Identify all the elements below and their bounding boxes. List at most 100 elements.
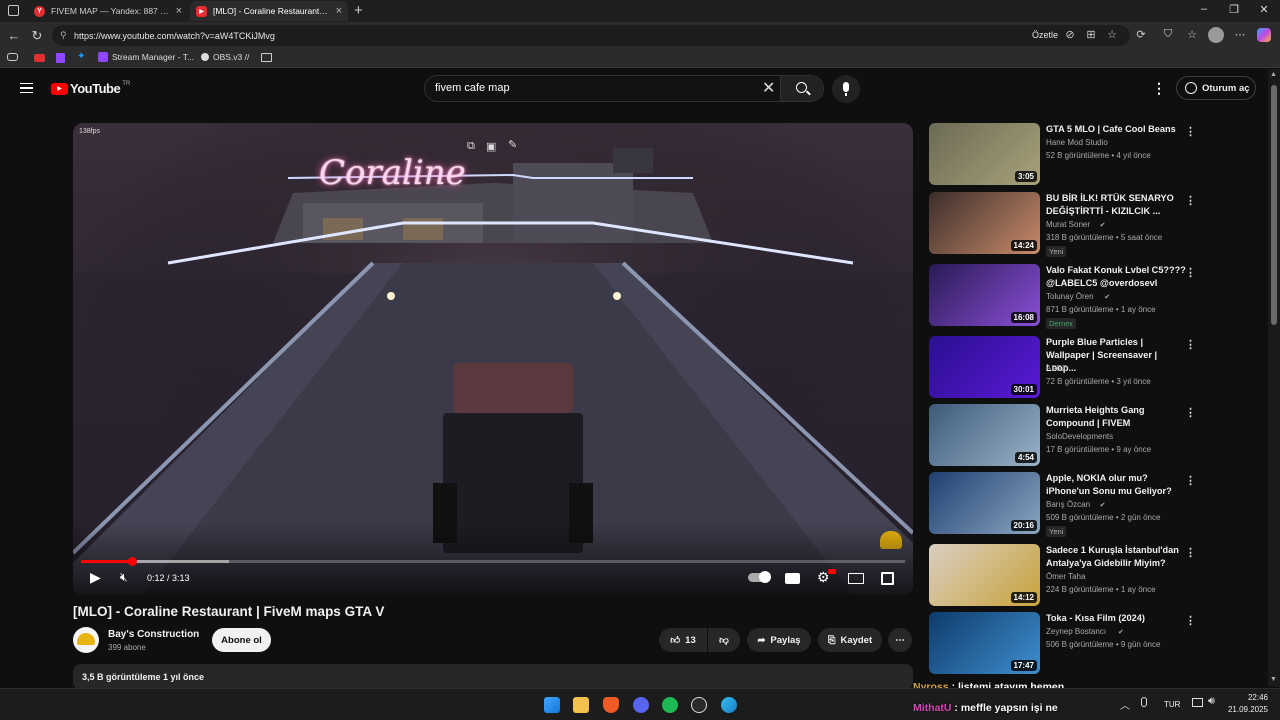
extensions-icon[interactable]: ⟳ xyxy=(1133,28,1149,41)
obs-icon[interactable] xyxy=(691,697,707,713)
recommendation-title[interactable]: BU BİR İLK! RTÜK SENARYO DEĞİŞTİRTTİ - K… xyxy=(1046,192,1186,218)
dislike-button[interactable]: 👎︎ xyxy=(708,628,740,652)
recommendation-title[interactable]: Toka - Kısa Film (2024) xyxy=(1046,612,1186,625)
recommendation-title[interactable]: Sadece 1 Kuruşla İstanbul'dan Antalya'ya… xyxy=(1046,544,1186,570)
video-thumbnail[interactable]: 17:47 xyxy=(929,612,1040,674)
language-indicator[interactable]: TUR xyxy=(1164,700,1180,709)
display-tray-icon[interactable] xyxy=(1192,698,1203,707)
refresh-icon[interactable]: ↻ xyxy=(28,27,46,45)
more-vertical-icon[interactable]: ⋮ xyxy=(1185,266,1196,279)
video-player[interactable]: Coraline 138fps ⧉ ▣ ✎ ▶ 🔇︎ 0:12 / 3:13 ⚙ xyxy=(73,123,913,595)
settings-more-icon[interactable]: ⋮ xyxy=(1152,80,1166,97)
tray-chevron-icon[interactable]: ︿ xyxy=(1120,697,1130,712)
recommendation-channel[interactable]: Zeynep Bostancı xyxy=(1046,627,1106,636)
video-thumbnail[interactable]: 14:24 xyxy=(929,192,1040,254)
recommendation-channel[interactable]: AFRZ xyxy=(1046,364,1067,373)
recommendation-item[interactable]: 20:16 Apple, NOKIA olur mu? iPhone'un So… xyxy=(929,472,1259,538)
scroll-down-arrow-icon[interactable]: ▼ xyxy=(1270,676,1277,683)
video-thumbnail[interactable]: 4:54 xyxy=(929,404,1040,466)
url-field[interactable]: ⚲ https://www.youtube.com/watch?v=aW4TCK… xyxy=(52,25,1130,46)
overlay-capture-icon[interactable]: ▣ xyxy=(486,140,496,153)
favorite-star-icon[interactable]: ☆ xyxy=(1104,28,1120,41)
microphone-tray-icon[interactable] xyxy=(1141,697,1147,707)
close-window-icon[interactable]: ✕ xyxy=(1254,3,1274,16)
video-thumbnail[interactable]: 3:05 xyxy=(929,123,1040,185)
video-thumbnail[interactable]: 16:08 xyxy=(929,264,1040,326)
more-vertical-icon[interactable]: ⋮ xyxy=(1185,338,1196,351)
reader-icon[interactable]: ⊞ xyxy=(1083,28,1099,41)
recommendation-item[interactable]: 3:05 GTA 5 MLO | Cafe Cool Beans Hane Mo… xyxy=(929,123,1259,189)
progress-bar[interactable] xyxy=(81,557,905,566)
scrollbar-thumb[interactable] xyxy=(1271,85,1277,325)
brave-browser-icon[interactable] xyxy=(603,697,619,713)
youtube-logo[interactable]: ▶ YouTube TR xyxy=(51,81,130,96)
more-actions-button[interactable]: ⋯ xyxy=(888,628,912,652)
edge-browser-icon[interactable] xyxy=(721,697,737,713)
sign-in-button[interactable]: Oturum aç xyxy=(1176,76,1256,100)
more-vertical-icon[interactable]: ⋮ xyxy=(1185,406,1196,419)
video-thumbnail[interactable]: 14:12 xyxy=(929,544,1040,606)
recommendation-title[interactable]: Valo Fakat Konuk Lvbel C5???? @LABELC5 @… xyxy=(1046,264,1186,290)
youtube-bookmark-icon[interactable] xyxy=(34,54,45,62)
more-vertical-icon[interactable]: ⋮ xyxy=(1185,614,1196,627)
bookmark-obs[interactable]: OBS.v3 // xyxy=(201,52,249,62)
recommendation-channel[interactable]: Tolunay Ören xyxy=(1046,292,1094,301)
recommendation-title[interactable]: Purple Blue Particles | Wallpaper | Scre… xyxy=(1046,336,1186,375)
discord-icon[interactable] xyxy=(633,697,649,713)
more-vertical-icon[interactable]: ⋮ xyxy=(1185,546,1196,559)
recommendation-channel[interactable]: Barış Özcan xyxy=(1046,500,1090,509)
recommendation-channel[interactable]: SoloDevelopments xyxy=(1046,432,1113,441)
channel-avatar[interactable] xyxy=(73,627,99,653)
spotify-icon[interactable] xyxy=(662,697,678,713)
site-info-icon[interactable]: ⚲ xyxy=(60,30,67,41)
video-thumbnail[interactable]: 30:01 xyxy=(929,336,1040,398)
recommendation-item[interactable]: 14:24 BU BİR İLK! RTÜK SENARYO DEĞİŞTİRT… xyxy=(929,192,1259,258)
clear-search-icon[interactable]: ✕ xyxy=(762,78,775,98)
recommendation-channel[interactable]: Hane Mod Studio xyxy=(1046,138,1108,147)
play-icon[interactable]: ▶ xyxy=(90,569,101,586)
voice-search-button[interactable] xyxy=(832,75,860,103)
copilot-icon[interactable] xyxy=(1257,28,1271,42)
subtitles-icon[interactable] xyxy=(785,573,800,584)
gamepad-icon[interactable] xyxy=(7,53,18,61)
recommendation-channel[interactable]: Murat Soner xyxy=(1046,220,1090,229)
share-button[interactable]: ➦ Paylaş xyxy=(747,628,811,652)
clock-time[interactable]: 22:46 xyxy=(1237,693,1268,702)
more-vertical-icon[interactable]: ⋮ xyxy=(1185,125,1196,138)
minimize-icon[interactable]: – xyxy=(1194,3,1214,15)
overlay-note-icon[interactable]: ✎ xyxy=(508,138,517,151)
like-button[interactable]: 👍︎ 13 xyxy=(659,628,707,652)
new-tab-icon[interactable]: + xyxy=(354,2,363,19)
folder-icon[interactable] xyxy=(261,53,272,62)
recommendation-title[interactable]: Apple, NOKIA olur mu? iPhone'un Sonu mu … xyxy=(1046,472,1186,498)
channel-name[interactable]: Bay's Construction xyxy=(108,629,199,640)
theater-mode-icon[interactable] xyxy=(848,573,864,584)
recommendation-title[interactable]: GTA 5 MLO | Cafe Cool Beans xyxy=(1046,123,1186,136)
tab-youtube[interactable]: ▶ [MLO] - Coraline Restaurant | FiveM ma… xyxy=(190,1,348,21)
close-tab-icon[interactable]: × xyxy=(336,5,342,17)
maximize-icon[interactable]: ❐ xyxy=(1224,3,1244,16)
collections-icon[interactable]: ☆ xyxy=(1184,28,1200,41)
search-button[interactable] xyxy=(780,76,823,101)
bookmark-stream-manager[interactable]: Stream Manager - T... xyxy=(98,52,194,62)
tab-yandex[interactable]: Y FIVEM MAP — Yandex: 887 bin sonuç × xyxy=(28,1,188,21)
back-icon[interactable]: ← xyxy=(5,27,23,45)
recommendation-item[interactable]: 17:47 Toka - Kısa Film (2024) Zeynep Bos… xyxy=(929,612,1259,678)
volume-icon[interactable]: 🔊︎ xyxy=(1208,695,1215,708)
fullscreen-icon[interactable] xyxy=(881,572,894,585)
video-thumbnail[interactable]: 20:16 xyxy=(929,472,1040,534)
more-vertical-icon[interactable]: ⋮ xyxy=(1185,194,1196,207)
twitter-bookmark-icon[interactable]: ✦ xyxy=(77,51,85,62)
translate-icon[interactable]: ⊘ xyxy=(1062,28,1078,41)
recommendation-title[interactable]: Murrieta Heights Gang Compound | FIVEM xyxy=(1046,404,1186,430)
close-tab-icon[interactable]: × xyxy=(176,5,182,17)
overlay-tool-icon[interactable]: ⧉ xyxy=(467,140,475,153)
tab-actions-icon[interactable] xyxy=(8,5,19,16)
file-explorer-icon[interactable] xyxy=(573,697,589,713)
subscribe-button[interactable]: Abone ol xyxy=(212,628,271,652)
mute-icon[interactable]: 🔇︎ xyxy=(120,570,128,585)
recommendation-item[interactable]: 4:54 Murrieta Heights Gang Compound | FI… xyxy=(929,404,1259,470)
scroll-up-arrow-icon[interactable]: ▲ xyxy=(1270,71,1277,78)
recommendation-channel[interactable]: Ömer Taha xyxy=(1046,572,1085,581)
more-vertical-icon[interactable]: ⋮ xyxy=(1185,474,1196,487)
